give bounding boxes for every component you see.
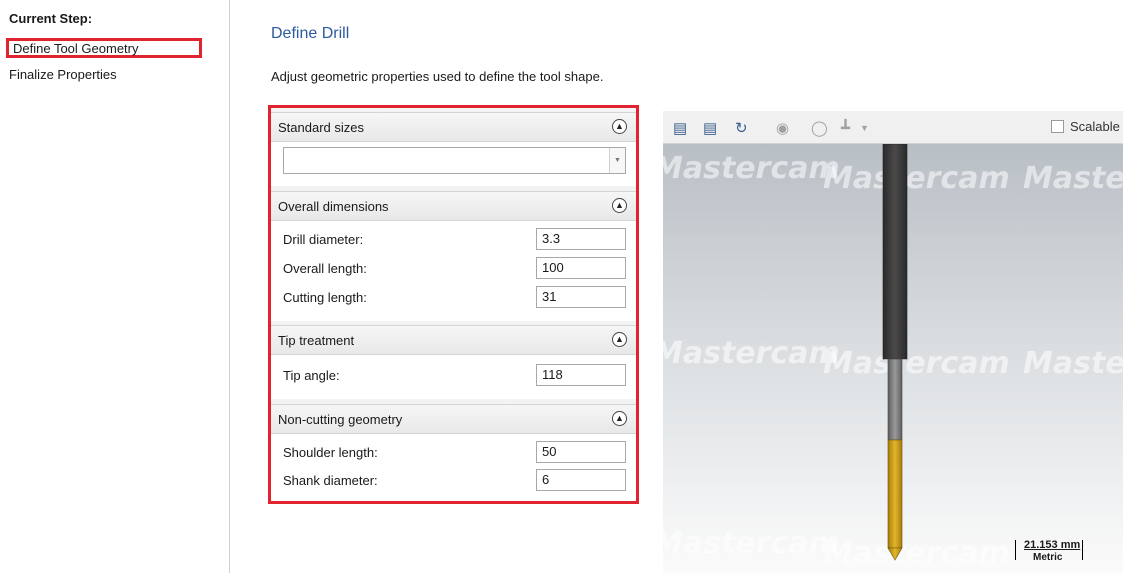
step-define-tool-geometry[interactable]: Define Tool Geometry — [6, 38, 202, 58]
drill-shoulder — [887, 358, 903, 441]
shoulder-length-row: Shoulder length: 50 — [283, 441, 628, 463]
cutting-length-input[interactable]: 31 — [536, 286, 626, 308]
dropdown-arrow-icon[interactable]: ▼ — [860, 123, 869, 133]
view-tool-icon[interactable]: ┻ — [841, 119, 850, 137]
watermark: Mastercam — [1023, 161, 1123, 196]
tool-preview[interactable]: ▤ ▤ ↻ ◉ ◯ ┻ ▼ Scalable Mastercam Masterc… — [653, 111, 1123, 573]
shoulder-length-label: Shoulder length: — [283, 445, 378, 460]
overall-length-row: Overall length: 100 — [283, 257, 628, 279]
drill-diameter-label: Drill diameter: — [283, 232, 364, 247]
preview-toolbar: ▤ ▤ ↻ ◉ ◯ ┻ ▼ Scalable — [663, 111, 1123, 144]
tip-treatment-section-header[interactable]: Tip treatment ▲ — [271, 325, 636, 355]
step-finalize-properties[interactable]: Finalize Properties — [9, 67, 117, 82]
view-shaded-icon[interactable]: ◉ — [776, 119, 789, 137]
scale-unit: Metric — [1033, 552, 1063, 563]
tip-angle-label: Tip angle: — [283, 368, 340, 383]
drill-diameter-row: Drill diameter: 3.3 — [283, 228, 628, 250]
scale-bar: 21.153 mm Metric — [1015, 536, 1083, 564]
standard-sizes-dropdown[interactable]: ▼ — [283, 147, 626, 174]
drill-shank — [882, 144, 908, 360]
view-right-icon[interactable]: ▤ — [703, 119, 717, 137]
tip-angle-input[interactable]: 118 — [536, 364, 626, 386]
watermark: Mastercam — [1023, 346, 1123, 381]
overall-dimensions-label: Overall dimensions — [278, 199, 389, 214]
view-holder-icon[interactable]: ◯ — [811, 119, 828, 137]
standard-sizes-section-header[interactable]: Standard sizes ▲ — [271, 112, 636, 142]
overall-dimensions-section-header[interactable]: Overall dimensions ▲ — [271, 191, 636, 221]
shank-diameter-label: Shank diameter: — [283, 473, 378, 488]
cutting-length-label: Cutting length: — [283, 290, 367, 305]
collapse-icon[interactable]: ▲ — [612, 411, 627, 426]
watermark: Mastercam — [653, 151, 840, 186]
scale-value: 21.153 mm — [1024, 539, 1081, 551]
shank-diameter-input[interactable]: 6 — [536, 469, 626, 491]
page-description: Adjust geometric properties used to defi… — [271, 69, 604, 84]
collapse-icon[interactable]: ▲ — [612, 332, 627, 347]
geometry-form: Standard sizes ▲ ▼ Overall dimensions ▲ … — [268, 105, 639, 504]
tip-angle-row: Tip angle: 118 — [283, 364, 628, 386]
view-rotate-icon[interactable]: ↻ — [735, 119, 748, 137]
drill-tip — [887, 547, 903, 561]
scale-tick-left — [1015, 540, 1016, 560]
watermark: Mastercam — [653, 526, 840, 561]
chevron-down-icon[interactable]: ▼ — [609, 148, 625, 173]
collapse-icon[interactable]: ▲ — [612, 119, 627, 134]
scale-tick-right — [1082, 540, 1083, 560]
tip-treatment-label: Tip treatment — [278, 333, 355, 348]
page-title: Define Drill — [271, 25, 350, 42]
collapse-icon[interactable]: ▲ — [612, 198, 627, 213]
non-cutting-geometry-label: Non-cutting geometry — [278, 412, 403, 427]
overall-length-label: Overall length: — [283, 261, 367, 276]
scalable-label: Scalable — [1070, 119, 1120, 134]
drill-model — [882, 144, 908, 561]
view-left-icon[interactable]: ▤ — [673, 119, 687, 137]
drill-diameter-input[interactable]: 3.3 — [536, 228, 626, 250]
scalable-checkbox[interactable] — [1051, 120, 1064, 133]
shoulder-length-input[interactable]: 50 — [536, 441, 626, 463]
cutting-length-row: Cutting length: 31 — [283, 286, 628, 308]
overall-length-input[interactable]: 100 — [536, 257, 626, 279]
current-step-header: Current Step: — [9, 11, 93, 26]
drill-flute — [887, 439, 903, 549]
non-cutting-geometry-section-header[interactable]: Non-cutting geometry ▲ — [271, 404, 636, 434]
standard-sizes-label: Standard sizes — [278, 120, 364, 135]
shank-diameter-row: Shank diameter: 6 — [283, 469, 628, 491]
steps-panel: Current Step: Define Tool Geometry Final… — [0, 0, 230, 573]
watermark: Mastercam — [653, 336, 840, 371]
